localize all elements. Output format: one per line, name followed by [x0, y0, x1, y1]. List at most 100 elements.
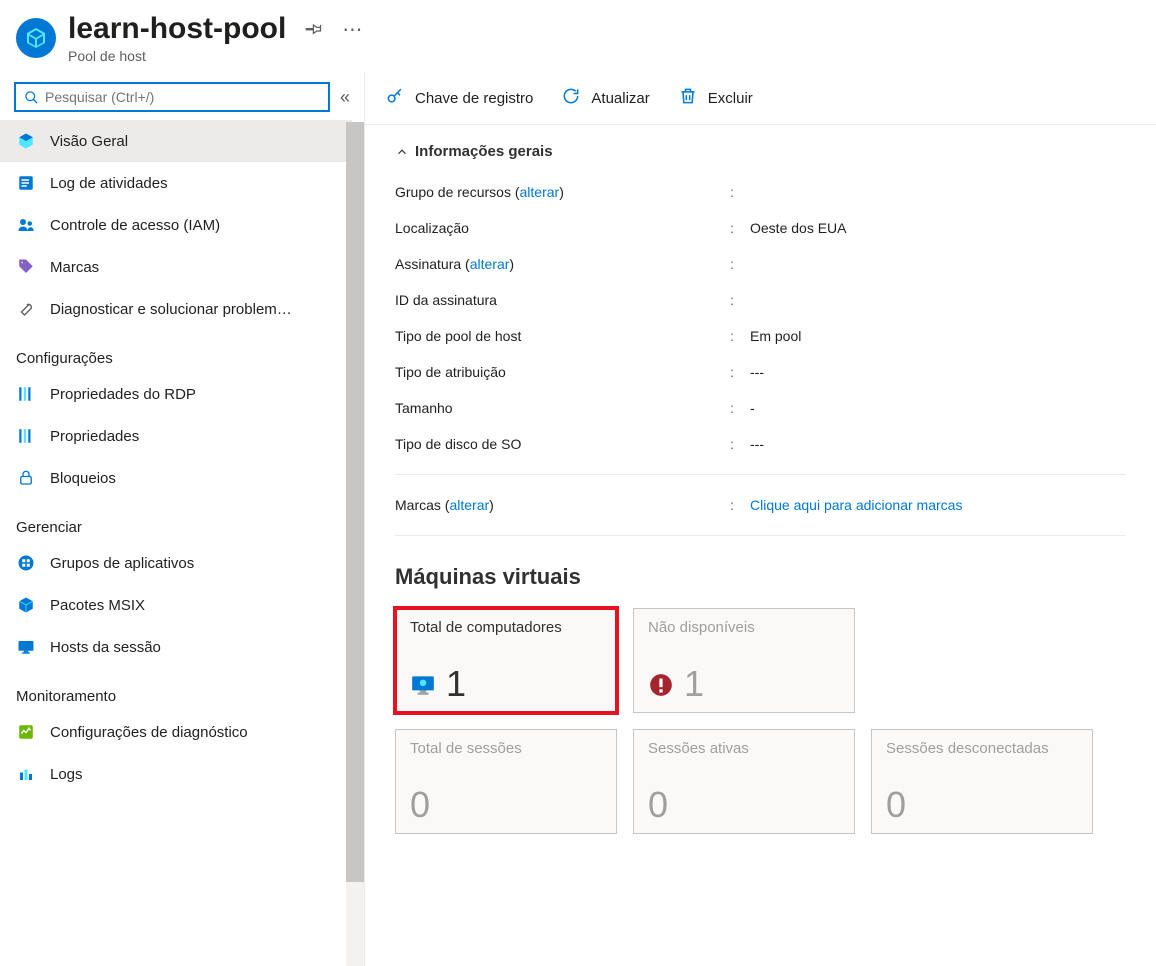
sidebar-item-label: Pacotes MSIX: [50, 597, 145, 614]
sidebar-item-logs[interactable]: Logs: [0, 753, 352, 795]
tile-active-sessions[interactable]: Sessões ativas 0: [633, 729, 855, 834]
sidebar-item-label: Hosts da sessão: [50, 639, 161, 656]
sidebar-section-monitor: Monitoramento: [0, 668, 352, 711]
essentials-value: ---: [750, 364, 764, 380]
change-link[interactable]: alterar: [520, 184, 560, 200]
essentials-value: Oeste dos EUA: [750, 220, 847, 236]
bars-icon: [16, 384, 36, 404]
tile-total-sessions[interactable]: Total de sessões 0: [395, 729, 617, 834]
sidebar-item-label: Propriedades do RDP: [50, 386, 196, 403]
sidebar-item-label: Bloqueios: [50, 470, 116, 487]
sidebar-item-session-hosts[interactable]: Hosts da sessão: [0, 626, 352, 668]
delete-button[interactable]: Excluir: [678, 86, 753, 110]
tile-label: Total de sessões: [410, 740, 602, 757]
vm-heading: Máquinas virtuais: [395, 564, 1126, 590]
collapse-sidebar-icon[interactable]: «: [340, 87, 350, 108]
pin-icon[interactable]: [304, 18, 324, 41]
bars-icon: [16, 426, 36, 446]
sidebar-item-activity-log[interactable]: Log de atividades: [0, 162, 352, 204]
search-input[interactable]: [45, 89, 320, 105]
sidebar-item-tags[interactable]: Marcas: [0, 246, 352, 288]
sidebar-item-label: Log de atividades: [50, 175, 168, 192]
grid-icon: [16, 553, 36, 573]
essentials-label: Tipo de disco de SO: [395, 436, 730, 452]
monitor-icon: [410, 672, 434, 696]
tile-label: Sessões ativas: [648, 740, 840, 757]
tag-icon: [16, 257, 36, 277]
tile-disconnected-sessions[interactable]: Sessões desconectadas 0: [871, 729, 1093, 834]
refresh-icon: [561, 86, 581, 110]
diagnostic-icon: [16, 722, 36, 742]
key-icon: [385, 86, 405, 110]
change-link[interactable]: alterar: [449, 497, 489, 513]
refresh-button[interactable]: Atualizar: [561, 86, 649, 110]
essentials-title: Informações gerais: [415, 143, 553, 160]
essentials-label: Localização: [395, 220, 730, 236]
registration-key-button[interactable]: Chave de registro: [385, 86, 533, 110]
tile-value: 0: [648, 787, 668, 823]
sidebar-item-diagnose[interactable]: Diagnosticar e solucionar problem…: [0, 288, 352, 330]
essentials-label: ID da assinatura: [395, 292, 730, 308]
lock-icon: [16, 468, 36, 488]
essentials-value: -: [750, 400, 755, 416]
essentials-value: Em pool: [750, 328, 801, 344]
tile-label: Não disponíveis: [648, 619, 840, 636]
tile-total-machines[interactable]: Total de computadores 1: [395, 608, 617, 713]
sidebar-item-label: Logs: [50, 766, 83, 783]
hostpool-icon: [16, 18, 56, 58]
sidebar-item-label: Diagnosticar e solucionar problem…: [50, 301, 292, 318]
cube-icon: [16, 131, 36, 151]
more-icon[interactable]: ⋯: [342, 17, 364, 42]
sidebar-item-properties[interactable]: Propriedades: [0, 415, 352, 457]
tile-value: 1: [446, 666, 466, 702]
essentials-label: Grupo de recursos (alterar): [395, 184, 730, 200]
sidebar-item-label: Visão Geral: [50, 133, 128, 150]
search-box[interactable]: [14, 82, 330, 112]
tile-label: Sessões desconectadas: [886, 740, 1078, 757]
search-icon: [24, 90, 39, 105]
resource-type-label: Pool de host: [68, 48, 1136, 64]
sidebar-item-msix[interactable]: Pacotes MSIX: [0, 584, 352, 626]
essentials-value: ---: [750, 436, 764, 452]
sidebar-item-label: Controle de acesso (IAM): [50, 217, 220, 234]
sidebar-item-label: Marcas: [50, 259, 99, 276]
tile-unavailable[interactable]: Não disponíveis 1: [633, 608, 855, 713]
essentials-label: Tamanho: [395, 400, 730, 416]
change-link[interactable]: alterar: [470, 256, 510, 272]
sidebar-item-label: Grupos de aplicativos: [50, 555, 194, 572]
logs-icon: [16, 764, 36, 784]
sidebar-item-overview[interactable]: Visão Geral: [0, 120, 352, 162]
log-icon: [16, 173, 36, 193]
toolbar-label: Atualizar: [591, 90, 649, 107]
sidebar-item-iam[interactable]: Controle de acesso (IAM): [0, 204, 352, 246]
essentials-label: Tipo de atribuição: [395, 364, 730, 380]
sidebar-section-manage: Gerenciar: [0, 499, 352, 542]
sidebar-item-diagnostic-settings[interactable]: Configurações de diagnóstico: [0, 711, 352, 753]
package-icon: [16, 595, 36, 615]
main-content: Chave de registro Atualizar Excluir: [365, 72, 1156, 966]
essentials-label: Tipo de pool de host: [395, 328, 730, 344]
sidebar-item-locks[interactable]: Bloqueios: [0, 457, 352, 499]
sidebar-item-app-groups[interactable]: Grupos de aplicativos: [0, 542, 352, 584]
toolbar: Chave de registro Atualizar Excluir: [365, 72, 1156, 125]
trash-icon: [678, 86, 698, 110]
sidebar-scrollbar[interactable]: [346, 122, 364, 966]
essentials-label: Marcas (alterar): [395, 497, 730, 513]
scrollbar-thumb[interactable]: [346, 122, 364, 882]
monitor-icon: [16, 637, 36, 657]
sidebar-item-rdp-properties[interactable]: Propriedades do RDP: [0, 373, 352, 415]
add-tags-link[interactable]: Clique aqui para adicionar marcas: [750, 497, 962, 513]
tile-label: Total de computadores: [410, 619, 602, 636]
sidebar-item-label: Propriedades: [50, 428, 139, 445]
wrench-icon: [16, 299, 36, 319]
tile-value: 1: [684, 666, 704, 702]
page-title: learn-host-pool: [68, 12, 286, 46]
sidebar: « Visão Geral Log de atividades: [0, 72, 365, 966]
people-icon: [16, 215, 36, 235]
tile-value: 0: [886, 787, 906, 823]
essentials-toggle[interactable]: Informações gerais: [395, 143, 1126, 160]
tile-value: 0: [410, 787, 430, 823]
page-header: learn-host-pool ⋯ Pool de host: [0, 0, 1156, 72]
sidebar-item-label: Configurações de diagnóstico: [50, 724, 248, 741]
sidebar-section-config: Configurações: [0, 330, 352, 373]
